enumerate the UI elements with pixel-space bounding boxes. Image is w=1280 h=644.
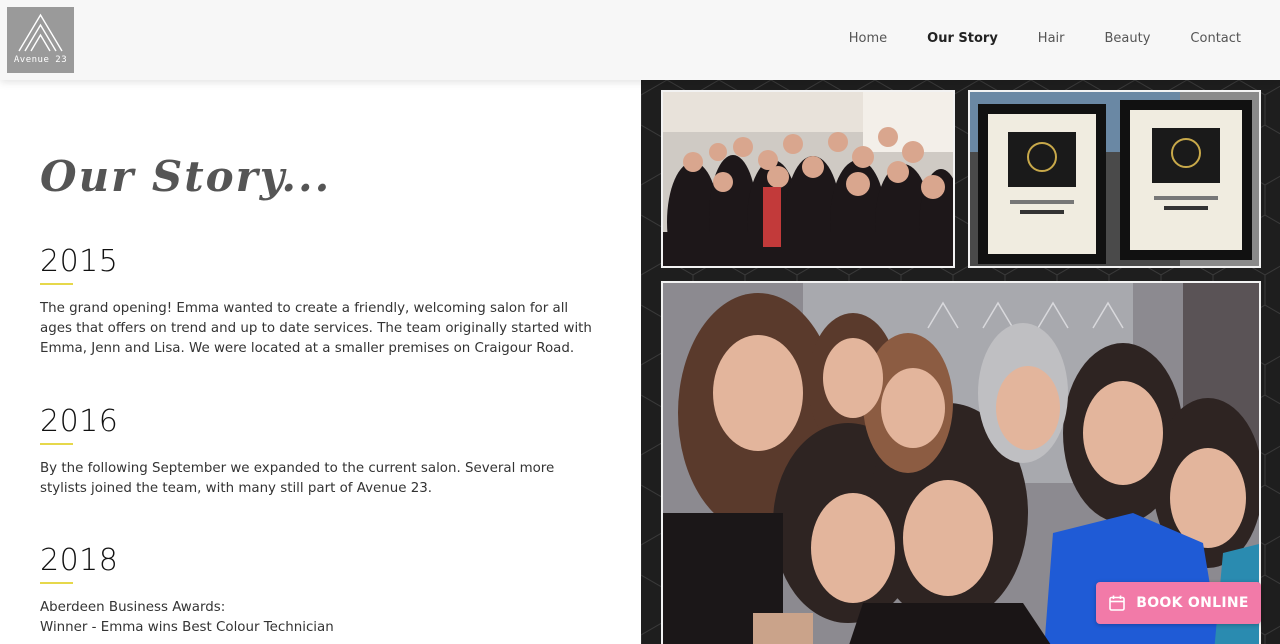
timeline-section-2018: 2018 Aberdeen Business Awards: Winner - … [40, 543, 600, 638]
timeline-section-2015: 2015 The grand opening! Emma wanted to c… [40, 244, 600, 359]
awards-photo [968, 90, 1261, 268]
triangle-logo-icon [18, 13, 63, 52]
page-title: Our Story... [40, 152, 332, 201]
story-content: Our Story... 2015 The grand opening! Emm… [0, 80, 641, 644]
site-logo[interactable]: Avenue 23 [7, 7, 74, 73]
section-line: Winner - Emma wins Best Colour Technicia… [40, 620, 334, 635]
nav-hair[interactable]: Hair [1038, 31, 1065, 46]
book-online-label: BOOK ONLINE [1136, 595, 1249, 611]
book-online-button[interactable]: BOOK ONLINE [1096, 582, 1261, 624]
nav-our-story[interactable]: Our Story [927, 31, 998, 46]
timeline-section-2016: 2016 By the following September we expan… [40, 404, 600, 499]
section-year: 2018 [40, 543, 119, 578]
logo-text: Avenue 23 [13, 55, 68, 65]
section-year: 2016 [40, 404, 119, 439]
nav-home[interactable]: Home [849, 31, 887, 46]
nav-contact[interactable]: Contact [1190, 31, 1241, 46]
section-year: 2015 [40, 244, 119, 279]
nav-beauty[interactable]: Beauty [1105, 31, 1151, 46]
year-underline [40, 443, 73, 445]
photo-gallery [641, 80, 1280, 644]
awards-photo-image [970, 92, 1259, 266]
team-photo-image [663, 92, 953, 266]
section-line: Aberdeen Business Awards: [40, 600, 226, 615]
section-text: The grand opening! Emma wanted to create… [40, 301, 592, 356]
main-nav: Home Our Story Hair Beauty Contact [809, 31, 1241, 46]
calendar-icon [1109, 595, 1126, 611]
site-header: Avenue 23 Home Our Story Hair Beauty Con… [0, 0, 1280, 80]
team-photo [661, 90, 955, 268]
section-text: By the following September we expanded t… [40, 461, 555, 496]
year-underline [40, 283, 73, 285]
year-underline [40, 582, 73, 584]
